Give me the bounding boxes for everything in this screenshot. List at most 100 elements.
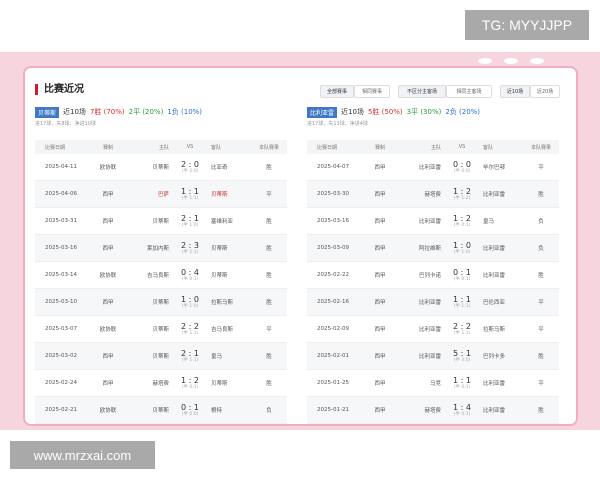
table-header: 比赛日期 赛制 主队 VS 客队 本队赛果 [307, 140, 559, 154]
home-team[interactable]: 比利亚雷 [397, 163, 447, 171]
away-team[interactable]: 贝蒂斯 [205, 271, 251, 279]
table-row[interactable]: 2025-03-16 西甲 莱加内斯 2 : 3 (半 2:1) 贝蒂斯胜 [35, 235, 287, 262]
home-team[interactable]: 巴萨 [125, 190, 175, 198]
table-row[interactable]: 2025-04-11 欧协联 贝蒂斯 2 : 0 (半 2:0) 比亚奇胜 [35, 154, 287, 181]
half-time-score: (半 1:0) [181, 303, 199, 309]
away-team[interactable]: 贝蒂斯 [205, 379, 251, 387]
away-team[interactable]: 塞维利亚 [205, 217, 251, 225]
home-team[interactable]: 赫塔费 [397, 406, 447, 414]
right-team-summary: 比利亚雷 近10场 5胜 (50%) 3平 (30%) 2负 (20%) 进17… [307, 106, 559, 128]
table-row[interactable]: 2025-04-06 西甲 巴萨 1 : 1 (半 1:1) 贝蒂斯平 [35, 181, 287, 208]
col-vs: VS [458, 144, 466, 150]
table-row[interactable]: 2025-01-25 西甲 马竞 1 : 1 (半 0:1) 比利亚雷平 [307, 370, 559, 397]
away-team[interactable]: 拉斯马斯 [205, 298, 251, 306]
match-score: 1 : 4 (半 0:1) [447, 403, 477, 418]
filter-ignore-home-away[interactable]: 不区分主客场 [398, 85, 446, 98]
match-score: 1 : 0 (半 1:0) [447, 241, 477, 256]
table-row[interactable]: 2025-02-16 西甲 比利亚雷 1 : 1 (半 1:1) 巴伦西亚平 [307, 289, 559, 316]
table-row[interactable]: 2025-02-24 西甲 赫塔费 1 : 2 (半 0:1) 贝蒂斯胜 [35, 370, 287, 397]
half-time-score: (半 0:1) [453, 384, 471, 390]
match-date: 2025-03-09 [317, 245, 349, 251]
full-time-score: 1 : 1 [453, 375, 471, 385]
away-team[interactable]: 巴列卡多 [477, 352, 523, 360]
away-team[interactable]: 比亚奇 [205, 163, 251, 171]
match-competition: 西甲 [374, 192, 386, 198]
home-team[interactable]: 比利亚雷 [397, 217, 447, 225]
match-result: 胜 [266, 300, 272, 306]
home-team[interactable]: 莱加内斯 [125, 244, 175, 252]
half-time-score: (半 0:1) [453, 222, 471, 228]
away-team[interactable]: 根特 [205, 406, 251, 414]
match-score: 2 : 2 (半 1:1) [175, 322, 205, 337]
table-row[interactable]: 2025-02-09 西甲 比利亚雷 2 : 2 (半 1:1) 拉斯马斯平 [307, 316, 559, 343]
home-team[interactable]: 比利亚雷 [397, 352, 447, 360]
full-time-score: 1 : 0 [453, 240, 471, 250]
half-time-score: (半 0:1) [181, 384, 199, 390]
full-time-score: 2 : 3 [181, 240, 199, 250]
col-competition: 赛制 [374, 144, 385, 151]
match-date: 2025-03-31 [45, 218, 77, 224]
table-row[interactable]: 2025-03-02 西甲 贝蒂斯 2 : 1 (半 1:1) 皇马胜 [35, 343, 287, 370]
full-time-score: 0 : 0 [453, 159, 471, 169]
home-team[interactable]: 贝蒂斯 [125, 325, 175, 333]
match-date: 2025-02-01 [317, 353, 349, 359]
match-competition: 西甲 [374, 165, 386, 171]
table-row[interactable]: 2025-02-21 欧协联 贝蒂斯 0 : 1 (半 0:0) 根特负 [35, 397, 287, 424]
table-row[interactable]: 2025-03-09 西甲 阿拉维斯 1 : 0 (半 1:0) 比利亚雷负 [307, 235, 559, 262]
away-team[interactable]: 比利亚雷 [477, 271, 523, 279]
away-team[interactable]: 巴伦西亚 [477, 298, 523, 306]
match-date: 2025-04-07 [317, 164, 349, 170]
home-team[interactable]: 比利亚雷 [397, 298, 447, 306]
table-row[interactable]: 2025-02-01 西甲 比利亚雷 5 : 1 (半 3:0) 巴列卡多胜 [307, 343, 559, 370]
away-team[interactable]: 比利亚雷 [477, 406, 523, 414]
home-team[interactable]: 赫塔费 [397, 190, 447, 198]
filter-all-competitions[interactable]: 全部赛事 [320, 85, 354, 98]
match-competition: 西甲 [374, 219, 386, 225]
away-team[interactable]: 吉马良斯 [205, 325, 251, 333]
match-competition: 西甲 [374, 246, 386, 252]
table-row[interactable]: 2025-03-30 西甲 赫塔费 1 : 2 (半 1:2) 比利亚雷胜 [307, 181, 559, 208]
table-row[interactable]: 2025-03-16 西甲 比利亚雷 1 : 2 (半 0:1) 皇马负 [307, 208, 559, 235]
match-date: 2025-03-10 [45, 299, 77, 305]
table-row[interactable]: 2025-03-14 欧协联 吉马良斯 0 : 4 (半 0:1) 贝蒂斯胜 [35, 262, 287, 289]
section-title: 比赛近况 [35, 84, 84, 95]
home-team[interactable]: 贝蒂斯 [125, 406, 175, 414]
away-team[interactable]: 比利亚雷 [477, 379, 523, 387]
table-row[interactable]: 2025-03-07 欧协联 贝蒂斯 2 : 2 (半 1:1) 吉马良斯平 [35, 316, 287, 343]
away-team[interactable]: 贝蒂斯 [205, 244, 251, 252]
away-team[interactable]: 拉斯马斯 [477, 325, 523, 333]
match-date: 2025-04-11 [45, 164, 77, 170]
home-team[interactable]: 贝蒂斯 [125, 217, 175, 225]
match-date: 2025-03-16 [317, 218, 349, 224]
filter-last-20[interactable]: 近20场 [530, 85, 560, 98]
home-team[interactable]: 马竞 [397, 379, 447, 387]
match-competition: 欧协联 [99, 327, 117, 333]
home-team[interactable]: 吉马良斯 [125, 271, 175, 279]
home-team[interactable]: 巴列卡诺 [397, 271, 447, 279]
home-team[interactable]: 贝蒂斯 [125, 163, 175, 171]
recent-label: 近10场 [341, 108, 364, 116]
filter-last-10[interactable]: 近10场 [500, 85, 530, 98]
table-row[interactable]: 2025-03-10 西甲 贝蒂斯 1 : 0 (半 1:0) 拉斯马斯胜 [35, 289, 287, 316]
home-team[interactable]: 阿拉维斯 [397, 244, 447, 252]
home-team[interactable]: 贝蒂斯 [125, 298, 175, 306]
table-row[interactable]: 2025-01-21 西甲 赫塔费 1 : 4 (半 0:1) 比利亚雷胜 [307, 397, 559, 424]
away-team[interactable]: 比利亚雷 [477, 244, 523, 252]
away-team[interactable]: 皇马 [477, 217, 523, 225]
filter-same-competition[interactable]: 相同赛事 [354, 85, 390, 98]
table-row[interactable]: 2025-03-31 西甲 贝蒂斯 2 : 1 (半 1:0) 塞维利亚胜 [35, 208, 287, 235]
home-team[interactable]: 赫塔费 [125, 379, 175, 387]
away-team[interactable]: 皇马 [205, 352, 251, 360]
filter-same-home-away[interactable]: 相同主客场 [446, 85, 492, 98]
full-time-score: 2 : 0 [181, 159, 199, 169]
table-row[interactable]: 2025-04-07 西甲 比利亚雷 0 : 0 (半 0:0) 毕尔巴鄂平 [307, 154, 559, 181]
match-competition: 西甲 [374, 300, 386, 306]
match-score: 0 : 4 (半 0:1) [175, 268, 205, 283]
table-row[interactable]: 2025-02-22 西甲 巴列卡诺 0 : 1 (半 0:1) 比利亚雷胜 [307, 262, 559, 289]
recent-label: 近10场 [63, 108, 86, 116]
away-team[interactable]: 毕尔巴鄂 [477, 163, 523, 171]
home-team[interactable]: 比利亚雷 [397, 325, 447, 333]
away-team[interactable]: 贝蒂斯 [205, 190, 251, 198]
home-team[interactable]: 贝蒂斯 [125, 352, 175, 360]
away-team[interactable]: 比利亚雷 [477, 190, 523, 198]
